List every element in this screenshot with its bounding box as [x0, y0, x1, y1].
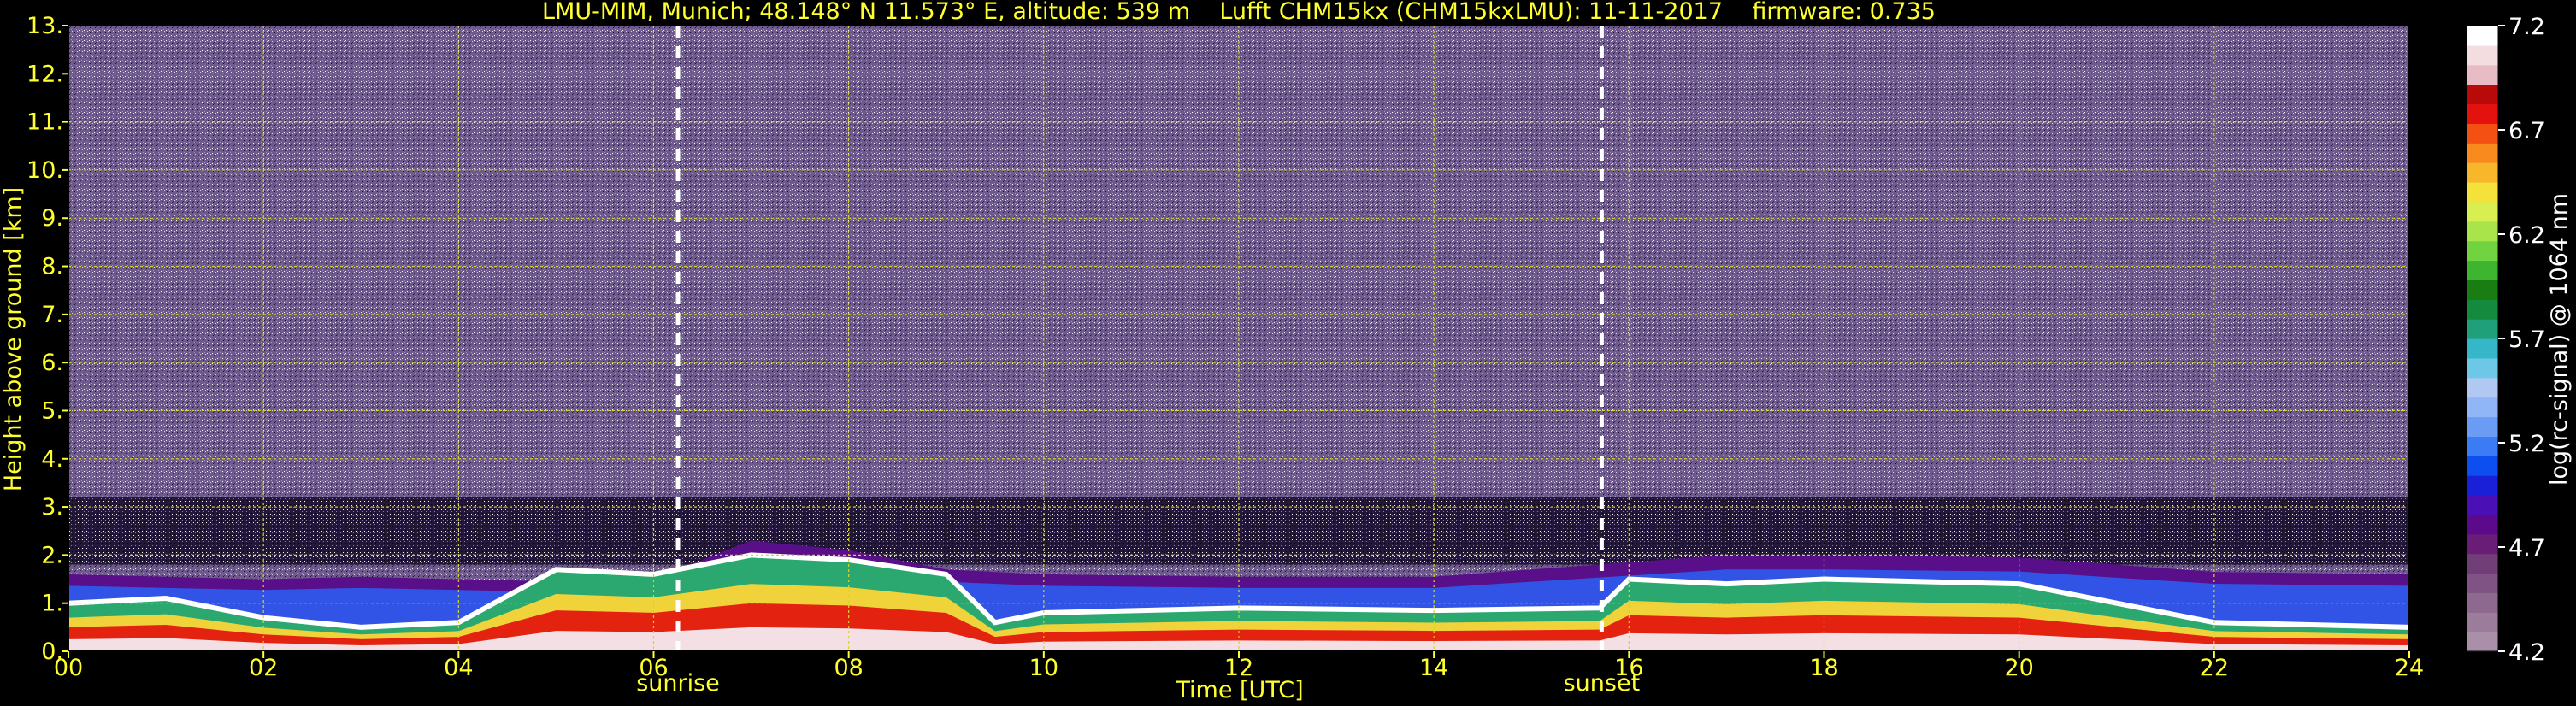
colorbar-swatch: [2467, 260, 2498, 280]
x-tick-label: 20: [2004, 655, 2033, 681]
colorbar-swatch: [2467, 64, 2498, 85]
ceilometer-chart: LMU-MIM, Munich; 48.148° N 11.573° E, al…: [0, 0, 2573, 703]
sunrise-label: sunrise: [636, 670, 720, 697]
x-tick-label: 22: [2200, 655, 2229, 681]
x-tick-label: 04: [444, 655, 473, 681]
x-axis-ticks: 00 02 04 06 08 10 12 14 16 18 20 22 24: [54, 651, 2424, 681]
colorbar-swatch: [2467, 397, 2498, 418]
y-tick-label: 6.: [41, 350, 63, 376]
colorbar-swatch: [2467, 592, 2498, 613]
sunset-label: sunset: [1564, 670, 1641, 697]
x-tick-label: 24: [2395, 655, 2424, 681]
colorbar-tick-label: 6.7: [2508, 118, 2545, 144]
y-axis-ticks: 0. 1. 2. 3. 4. 5. 6. 7. 8. 9. 10. 11. 12. 13.: [27, 13, 68, 665]
y-tick-label: 9.: [41, 205, 63, 232]
colorbar-swatch: [2467, 632, 2498, 652]
chart-title: LMU-MIM, Munich; 48.148° N 11.573° E, al…: [542, 0, 1936, 25]
colorbar-swatch: [2467, 84, 2498, 105]
y-tick-label: 13.: [27, 13, 63, 39]
colorbar-swatch: [2467, 475, 2498, 496]
colorbar-swatch: [2467, 319, 2498, 339]
y-tick-label: 11.: [27, 109, 63, 136]
y-tick-label: 4.: [41, 446, 63, 473]
colorbar-swatch: [2467, 533, 2498, 555]
x-tick-label: 08: [834, 655, 863, 681]
colorbar-swatch: [2467, 553, 2498, 574]
colorbar-swatch: [2467, 573, 2498, 593]
colorbar-swatch: [2467, 201, 2498, 222]
colorbar-swatch: [2467, 495, 2498, 515]
colorbar-swatch: [2467, 182, 2498, 203]
x-tick-label: 14: [1419, 655, 1448, 681]
x-tick-label: 18: [1809, 655, 1838, 681]
x-tick-label: 10: [1029, 655, 1058, 681]
y-tick-label: 5.: [41, 397, 63, 424]
colorbar-tick-label: 4.7: [2508, 535, 2545, 562]
y-tick-label: 1.: [41, 591, 63, 617]
colorbar-ticks: 4.2 4.7 5.2 5.7 6.2 6.7 7.2: [2498, 14, 2545, 666]
colorbar-swatch: [2467, 26, 2498, 46]
x-tick-label: 12: [1224, 655, 1253, 681]
colorbar-swatch: [2467, 612, 2498, 632]
colorbar-swatch: [2467, 338, 2498, 359]
y-tick-label: 10.: [27, 157, 63, 184]
colorbar-label: log(rc-signal) @ 1064 nm: [2546, 193, 2573, 485]
colorbar-swatch: [2467, 279, 2498, 300]
y-tick-label: 8.: [41, 254, 63, 280]
colorbar-swatch: [2467, 456, 2498, 476]
colorbar-swatch: [2467, 162, 2498, 183]
colorbar-swatch: [2467, 143, 2498, 163]
colorbar-swatch: [2467, 123, 2498, 144]
colorbar-swatch: [2467, 221, 2498, 242]
colorbar-swatch: [2467, 44, 2498, 66]
colorbar: [2466, 25, 2499, 652]
colorbar-swatch: [2467, 357, 2498, 379]
colorbar-swatch: [2467, 436, 2498, 456]
y-tick-label: 3.: [41, 494, 63, 521]
y-tick-label: 0.: [41, 638, 63, 665]
colorbar-tick-label: 6.2: [2508, 222, 2545, 249]
colorbar-swatch: [2467, 377, 2498, 398]
colorbar-tick-label: 7.2: [2508, 14, 2545, 40]
event-labels: sunrise sunset: [636, 670, 1640, 697]
colorbar-swatch: [2467, 299, 2498, 320]
colorbar-swatch: [2467, 103, 2498, 124]
y-tick-label: 12.: [27, 61, 63, 87]
colorbar-tick-label: 4.2: [2508, 639, 2545, 666]
colorbar-tick-label: 5.7: [2508, 327, 2545, 353]
colorbar-tick-label: 5.2: [2508, 431, 2545, 457]
y-axis-label: Height above ground [km]: [0, 187, 27, 491]
y-tick-label: 7.: [41, 302, 63, 328]
colorbar-swatch: [2467, 416, 2498, 437]
colorbar-swatch: [2467, 240, 2498, 262]
y-tick-label: 2.: [41, 542, 63, 568]
colorbar-swatch: [2467, 514, 2498, 535]
x-tick-label: 02: [249, 655, 278, 681]
